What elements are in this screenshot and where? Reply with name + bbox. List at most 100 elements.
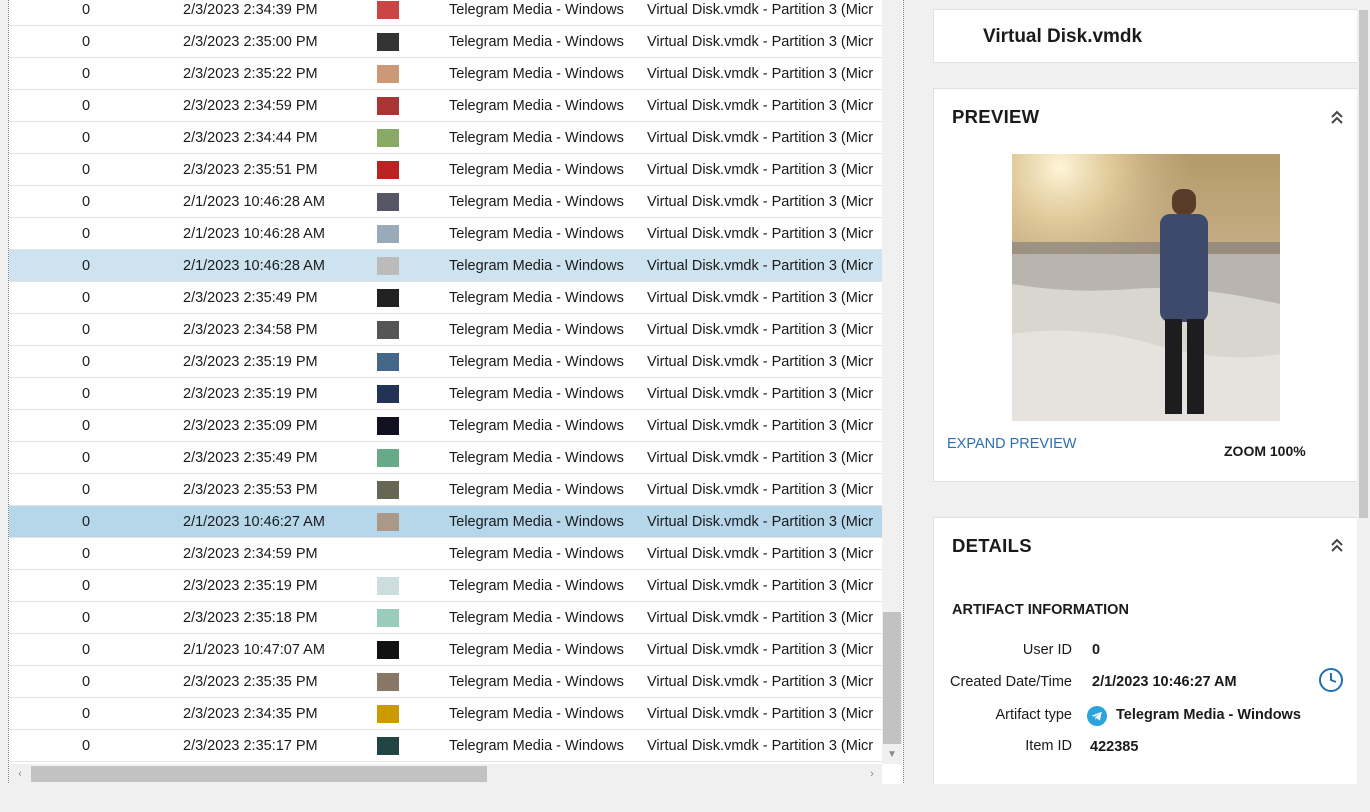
source-cell: Virtual Disk.vmdk - Partition 3 (Micr <box>647 1 874 18</box>
source-cell: Virtual Disk.vmdk - Partition 3 (Micr <box>647 417 874 434</box>
thumbnail-image <box>377 256 399 275</box>
clock-icon[interactable] <box>1318 667 1344 693</box>
artifact-type-cell: Telegram Media - Windows <box>449 65 624 82</box>
artifact-grid: 0 2/3/2023 2:34:39 PM Telegram Media - Win… <box>8 0 904 785</box>
expand-preview-link[interactable]: EXPAND PREVIEW <box>947 436 1076 452</box>
date-cell: 2/1/2023 10:46:27 AM <box>183 513 325 530</box>
vertical-scrollbar[interactable]: ▼ <box>882 0 902 764</box>
panel-scroll-thumb[interactable] <box>1359 10 1368 518</box>
source-cell: Virtual Disk.vmdk - Partition 3 (Micr <box>647 513 874 530</box>
source-cell: Virtual Disk.vmdk - Partition 3 (Micr <box>647 385 874 402</box>
source-cell: Virtual Disk.vmdk - Partition 3 (Micr <box>647 97 874 114</box>
detail-panel: Virtual Disk.vmdk PREVIEW EXPAND PREVIEW… <box>917 0 1370 793</box>
user-id-value: 0 <box>1092 642 1101 658</box>
scroll-left-arrow-icon[interactable]: ‹ <box>13 766 27 782</box>
horizontal-scroll-thumb[interactable] <box>31 766 487 782</box>
user-id-cell: 0 <box>82 545 91 562</box>
thumbnail-cell <box>373 96 448 115</box>
date-cell: 2/3/2023 2:34:44 PM <box>183 129 318 146</box>
chevron-double-up-icon[interactable] <box>1329 109 1345 125</box>
artifact-type-cell: Telegram Media - Windows <box>449 705 624 722</box>
artifact-type-cell: Telegram Media - Windows <box>449 737 624 754</box>
user-id-cell: 0 <box>82 481 91 498</box>
table-row[interactable]: 0 2/3/2023 2:35:49 PM Telegram Media - Win… <box>9 442 882 474</box>
thumbnail-cell <box>373 64 448 83</box>
artifact-type-cell: Telegram Media - Windows <box>449 577 624 594</box>
artifact-information-heading: ARTIFACT INFORMATION <box>952 602 1129 618</box>
thumbnail-image <box>377 224 399 243</box>
table-row[interactable]: 0 2/3/2023 2:35:49 PM Telegram Media - Win… <box>9 282 882 314</box>
table-row[interactable]: 0 2/1/2023 10:47:07 AM Telegram Media - Wi… <box>9 634 882 666</box>
user-id-cell: 0 <box>82 193 91 210</box>
artifact-type-cell: Telegram Media - Windows <box>449 481 624 498</box>
vertical-scroll-thumb[interactable] <box>883 612 901 744</box>
thumbnail-image <box>377 288 399 307</box>
table-row[interactable]: 0 2/3/2023 2:35:22 PM Telegram Media - Win… <box>9 58 882 90</box>
table-row[interactable]: 0 2/1/2023 10:46:27 AM Telegram Media - Wi… <box>9 506 882 538</box>
item-id-label: Item ID <box>1025 738 1072 754</box>
artifact-type-cell: Telegram Media - Windows <box>449 417 624 434</box>
table-row[interactable]: 0 2/3/2023 2:35:53 PM Telegram Media - Win… <box>9 474 882 506</box>
artifact-type-cell: Telegram Media - Windows <box>449 641 624 658</box>
date-cell: 2/1/2023 10:46:28 AM <box>183 257 325 274</box>
table-row[interactable]: 0 2/3/2023 2:34:59 PM Telegram Media - Win… <box>9 538 882 570</box>
table-row[interactable]: 0 2/3/2023 2:34:58 PM Telegram Media - Win… <box>9 314 882 346</box>
thumbnail-cell <box>373 320 448 339</box>
date-cell: 2/3/2023 2:35:19 PM <box>183 577 318 594</box>
table-row[interactable]: 0 2/1/2023 10:46:28 AM Telegram Media - Wi… <box>9 250 882 282</box>
table-row[interactable]: 0 2/3/2023 2:35:19 PM Telegram Media - Win… <box>9 570 882 602</box>
scroll-down-arrow-icon[interactable]: ▼ <box>884 748 900 762</box>
user-id-cell: 0 <box>82 97 91 114</box>
table-row[interactable]: 0 2/3/2023 2:35:17 PM Telegram Media - Win… <box>9 730 882 762</box>
source-cell: Virtual Disk.vmdk - Partition 3 (Micr <box>647 481 874 498</box>
source-cell: Virtual Disk.vmdk - Partition 3 (Micr <box>647 737 874 754</box>
date-cell: 2/3/2023 2:34:58 PM <box>183 321 318 338</box>
title-card: Virtual Disk.vmdk <box>933 9 1359 63</box>
thumbnail-cell <box>373 608 448 627</box>
thumbnail-cell <box>373 160 448 179</box>
artifact-type-cell: Telegram Media - Windows <box>449 161 624 178</box>
table-row[interactable]: 0 2/3/2023 2:35:35 PM Telegram Media - Win… <box>9 666 882 698</box>
table-row[interactable]: 0 2/3/2023 2:35:18 PM Telegram Media - Win… <box>9 602 882 634</box>
date-cell: 2/3/2023 2:35:00 PM <box>183 33 318 50</box>
thumbnail-image <box>377 160 399 179</box>
thumbnail-image <box>377 704 399 723</box>
source-cell: Virtual Disk.vmdk - Partition 3 (Micr <box>647 33 874 50</box>
user-id-cell: 0 <box>82 673 91 690</box>
thumbnail-image <box>377 0 399 19</box>
date-cell: 2/3/2023 2:35:22 PM <box>183 65 318 82</box>
table-row[interactable]: 0 2/3/2023 2:35:51 PM Telegram Media - Win… <box>9 154 882 186</box>
artifact-type-cell: Telegram Media - Windows <box>449 609 624 626</box>
artifact-type-cell: Telegram Media - Windows <box>449 225 624 242</box>
scroll-right-arrow-icon[interactable]: › <box>865 766 879 782</box>
table-row[interactable]: 0 2/3/2023 2:35:19 PM Telegram Media - Win… <box>9 378 882 410</box>
table-row[interactable]: 0 2/3/2023 2:34:35 PM Telegram Media - Win… <box>9 698 882 730</box>
artifact-type-cell: Telegram Media - Windows <box>449 97 624 114</box>
source-cell: Virtual Disk.vmdk - Partition 3 (Micr <box>647 449 874 466</box>
date-cell: 2/3/2023 2:35:51 PM <box>183 161 318 178</box>
table-row[interactable]: 0 2/1/2023 10:46:28 AM Telegram Media - Wi… <box>9 218 882 250</box>
panel-scrollbar[interactable] <box>1357 0 1370 784</box>
thumbnail-image <box>377 480 399 499</box>
horizontal-scrollbar[interactable]: ‹ › <box>9 764 882 784</box>
thumbnail-cell <box>373 0 448 19</box>
table-row[interactable]: 0 2/3/2023 2:34:39 PM Telegram Media - Win… <box>9 0 882 26</box>
thumbnail-cell <box>373 576 448 595</box>
table-row[interactable]: 0 2/3/2023 2:35:00 PM Telegram Media - Win… <box>9 26 882 58</box>
grid-rows: 0 2/3/2023 2:34:39 PM Telegram Media - Win… <box>9 0 882 762</box>
table-row[interactable]: 0 2/1/2023 10:46:28 AM Telegram Media - Wi… <box>9 186 882 218</box>
item-id-value: 422385 <box>1090 739 1139 755</box>
table-row[interactable]: 0 2/3/2023 2:34:44 PM Telegram Media - Win… <box>9 122 882 154</box>
date-cell: 2/3/2023 2:35:35 PM <box>183 673 318 690</box>
thumbnail-image <box>377 192 399 211</box>
table-row[interactable]: 0 2/3/2023 2:35:09 PM Telegram Media - Win… <box>9 410 882 442</box>
date-cell: 2/3/2023 2:35:19 PM <box>183 385 318 402</box>
user-id-cell: 0 <box>82 129 91 146</box>
date-cell: 2/3/2023 2:34:59 PM <box>183 545 318 562</box>
thumbnail-cell <box>373 416 448 435</box>
chevron-double-up-icon[interactable] <box>1329 537 1345 553</box>
table-row[interactable]: 0 2/3/2023 2:34:59 PM Telegram Media - Win… <box>9 90 882 122</box>
table-row[interactable]: 0 2/3/2023 2:35:19 PM Telegram Media - Win… <box>9 346 882 378</box>
thumbnail-cell <box>373 640 448 659</box>
preview-image[interactable] <box>1012 154 1280 421</box>
